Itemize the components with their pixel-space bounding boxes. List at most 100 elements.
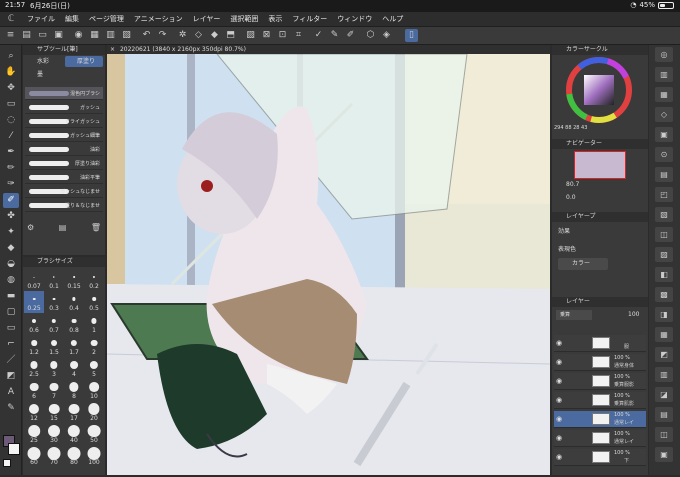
panel-icon-4[interactable]: ◇	[655, 107, 673, 122]
brush-size-option[interactable]: 0.1	[44, 269, 64, 291]
select-invert-icon[interactable]: ⊠	[260, 29, 273, 42]
subtool-copy-icon[interactable]: ▤	[59, 223, 67, 235]
brush-item[interactable]: 厚塗り油彩	[25, 157, 103, 170]
layer-row[interactable]: ◉ 服	[554, 335, 646, 352]
brush-size-option[interactable]: 1.7	[64, 335, 84, 357]
brush-size-option[interactable]: 0.6	[24, 313, 44, 335]
panel-icon-16[interactable]: ◩	[655, 347, 673, 362]
panel-icon-15[interactable]: ▦	[655, 327, 673, 342]
pen-tool-icon[interactable]: ✒	[3, 145, 19, 160]
brush-size-option[interactable]: 0.5	[84, 291, 104, 313]
decoration-tool-icon[interactable]: ✤	[3, 209, 19, 224]
menu-page[interactable]: ページ管理	[84, 14, 129, 24]
menu-toggle-icon[interactable]: ≡	[4, 29, 17, 42]
redo-icon[interactable]: ↷	[156, 29, 169, 42]
open-file-icon[interactable]: ▭	[36, 29, 49, 42]
undo-icon[interactable]: ↶	[140, 29, 153, 42]
eraser-tool-icon[interactable]: ◆	[3, 241, 19, 256]
brush-item[interactable]: ガッシュなじませ	[25, 185, 103, 198]
brush-size-option[interactable]: 80	[64, 445, 84, 467]
line-tool-icon[interactable]: ／	[3, 353, 19, 368]
sparkle-tool-icon[interactable]: ✦	[3, 225, 19, 240]
menu-file[interactable]: ファイル	[22, 14, 60, 24]
panel-icon-2[interactable]: ▥	[655, 67, 673, 82]
panel-icon-11[interactable]: ▨	[655, 247, 673, 262]
brush-item[interactable]: ドライガッシュ	[25, 115, 103, 128]
panel-icon-9[interactable]: ▧	[655, 207, 673, 222]
panel-icon-13[interactable]: ▩	[655, 287, 673, 302]
blend-tool-icon[interactable]: ◒	[3, 257, 19, 272]
visibility-eye-icon[interactable]: ◉	[556, 453, 562, 461]
brush-size-option[interactable]: 60	[24, 445, 44, 467]
brush-item[interactable]: 混色円ブラシ	[25, 87, 103, 100]
brush-size-option[interactable]: 1.5	[44, 335, 64, 357]
brush-size-option[interactable]: 0.25	[24, 291, 44, 313]
expression-color-select[interactable]: カラー	[558, 258, 608, 270]
panel-icon-6[interactable]: ⊙	[655, 147, 673, 162]
brush-tool-icon[interactable]: ✐	[3, 193, 19, 208]
menu-window[interactable]: ウィンドウ	[332, 14, 377, 24]
settings-icon[interactable]: ✲	[176, 29, 189, 42]
fill-tool-icon[interactable]: ◍	[3, 273, 19, 288]
panel-icon-5[interactable]: ▣	[655, 127, 673, 142]
visibility-eye-icon[interactable]: ◉	[556, 377, 562, 385]
select-none-icon[interactable]: ▨	[244, 29, 257, 42]
layer-opacity[interactable]: 100	[628, 311, 639, 318]
smartphone-icon[interactable]: ▯	[405, 29, 418, 42]
brush-size-option[interactable]: 1	[84, 313, 104, 335]
brush-item[interactable]: 油彩	[25, 143, 103, 156]
brush-size-option[interactable]: 1.2	[24, 335, 44, 357]
panel-icon-14[interactable]: ◨	[655, 307, 673, 322]
gradient-tool-icon[interactable]: ▬	[3, 289, 19, 304]
layer-row[interactable]: ◉ 100 % 下	[554, 449, 646, 466]
panel-icon-20[interactable]: ◫	[655, 427, 673, 442]
frame-tool-icon[interactable]: ⌐	[3, 337, 19, 352]
text-tool-icon[interactable]: A	[3, 385, 19, 400]
menu-view[interactable]: 表示	[263, 14, 287, 24]
tab-ink[interactable]: 墨	[25, 69, 63, 80]
layer-row[interactable]: ◉ 100 % 通常 レイ	[554, 430, 646, 447]
brush-check-icon[interactable]: ✐	[344, 29, 357, 42]
panel-icon-18[interactable]: ◪	[655, 387, 673, 402]
brush-item[interactable]: 油彩平筆	[25, 171, 103, 184]
tab-watercolor[interactable]: 水彩	[25, 56, 63, 67]
canvas-area[interactable]	[106, 53, 551, 475]
transform-icon[interactable]: ⬒	[224, 29, 237, 42]
zoom-tool-icon[interactable]: ⌕	[3, 49, 19, 64]
blend-mode-select[interactable]: 乗算	[556, 310, 592, 320]
brush-item[interactable]: ガッシュ細筆	[25, 129, 103, 142]
panel-icon-3[interactable]: ▦	[655, 87, 673, 102]
navigator-zoom[interactable]: 80.7	[566, 181, 579, 188]
document-tab[interactable]: × 20220621 (3840 x 2160px 350dpi 80.7%)	[107, 45, 550, 54]
panel-icon-17[interactable]: ▥	[655, 367, 673, 382]
brush-size-option[interactable]: 0.7	[44, 313, 64, 335]
panel-icon-21[interactable]: ▣	[655, 447, 673, 462]
layer-row[interactable]: ◉ 100 % 乗算 服影	[554, 373, 646, 390]
fill-icon[interactable]: ◆	[208, 29, 221, 42]
paint-icon[interactable]: ◈	[380, 29, 393, 42]
airbrush-tool-icon[interactable]: ✑	[3, 177, 19, 192]
brush-size-option[interactable]: 25	[24, 423, 44, 445]
brush-size-option[interactable]: 17	[64, 401, 84, 423]
move-tool-icon[interactable]: ✥	[3, 81, 19, 96]
visibility-eye-icon[interactable]: ◉	[556, 415, 562, 423]
brush-size-option[interactable]: 2.5	[24, 357, 44, 379]
menu-animation[interactable]: アニメーション	[129, 14, 188, 24]
pencil-tool-icon[interactable]: ✏	[3, 161, 19, 176]
brush-size-option[interactable]: 30	[44, 423, 64, 445]
visibility-eye-icon[interactable]: ◉	[556, 339, 562, 347]
transparent-color-swatch[interactable]	[3, 459, 11, 467]
panel-icon-8[interactable]: ◰	[655, 187, 673, 202]
artwork-canvas[interactable]	[106, 53, 551, 475]
grid-icon[interactable]: ▦	[88, 29, 101, 42]
menu-selection[interactable]: 選択範囲	[225, 14, 263, 24]
brush-size-option[interactable]: 4	[64, 357, 84, 379]
clear-icon[interactable]: ◇	[192, 29, 205, 42]
menu-layer[interactable]: レイヤー	[188, 14, 226, 24]
figure-tool-icon[interactable]: ▢	[3, 305, 19, 320]
pen-icon[interactable]: ✎	[328, 29, 341, 42]
color-wheel[interactable]	[566, 57, 632, 123]
brush-size-option[interactable]: 5	[84, 357, 104, 379]
panel-icon-12[interactable]: ◧	[655, 267, 673, 282]
subtool-settings-icon[interactable]: ⚙	[27, 223, 34, 235]
